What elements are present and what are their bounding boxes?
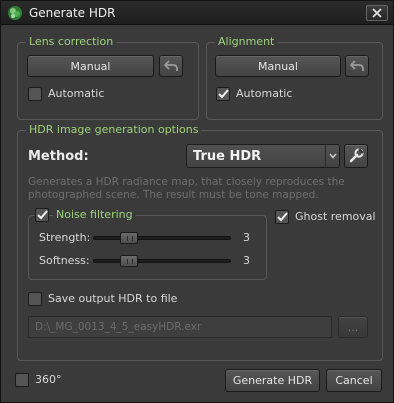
noise-filtering-label: Noise filtering bbox=[53, 208, 136, 222]
ghost-removal-checkbox[interactable] bbox=[275, 210, 289, 224]
panorama-360-label: 360° bbox=[35, 373, 62, 386]
softness-slider-track[interactable] bbox=[93, 259, 231, 263]
save-output-label: Save output HDR to file bbox=[48, 292, 178, 305]
strength-slider-handle[interactable] bbox=[120, 232, 138, 244]
method-value: True HDR bbox=[193, 149, 262, 164]
lens-manual-button[interactable]: Manual bbox=[27, 55, 154, 77]
method-description-line-2: photographed scene. The result must be t… bbox=[28, 189, 319, 201]
undo-arrow-icon bbox=[350, 60, 364, 71]
noise-filtering-group bbox=[28, 215, 267, 280]
lens-undo-button[interactable] bbox=[159, 55, 183, 77]
output-path-field[interactable]: D:\_MG_0013_4_5_easyHDR.exr bbox=[28, 316, 332, 338]
lens-automatic-checkbox[interactable] bbox=[28, 87, 42, 101]
alignment-automatic-checkbox[interactable] bbox=[216, 87, 230, 101]
alignment-undo-button[interactable] bbox=[345, 55, 369, 77]
lens-correction-group: Lens correction bbox=[17, 35, 199, 120]
softness-value: 3 bbox=[243, 254, 250, 267]
title-bar[interactable]: Generate HDR bbox=[1, 1, 393, 25]
panorama-360-checkbox[interactable] bbox=[15, 373, 29, 387]
softness-label: Softness: bbox=[39, 254, 90, 267]
softness-slider-handle[interactable] bbox=[120, 255, 138, 267]
generate-hdr-button[interactable]: Generate HDR bbox=[225, 369, 320, 392]
ghost-removal-label: Ghost removal bbox=[295, 210, 376, 223]
checkmark-icon bbox=[217, 89, 229, 99]
close-button[interactable] bbox=[366, 5, 388, 21]
wrench-icon bbox=[349, 148, 364, 163]
strength-slider-track[interactable] bbox=[93, 236, 231, 240]
alignment-legend: Alignment bbox=[215, 35, 278, 49]
noise-filtering-checkbox[interactable] bbox=[35, 208, 49, 222]
method-label: Method: bbox=[28, 149, 89, 164]
dropdown-arrow[interactable] bbox=[325, 145, 339, 167]
browse-button[interactable]: ... bbox=[338, 316, 368, 338]
alignment-automatic-label: Automatic bbox=[236, 87, 293, 100]
checkmark-icon bbox=[36, 210, 48, 220]
generate-hdr-dialog: Generate HDR Lens correction Manual Auto… bbox=[0, 0, 394, 403]
hdr-options-legend: HDR image generation options bbox=[26, 123, 202, 137]
strength-label: Strength: bbox=[39, 231, 91, 244]
method-dropdown[interactable]: True HDR bbox=[186, 144, 340, 168]
close-icon bbox=[372, 8, 382, 18]
undo-arrow-icon bbox=[164, 60, 178, 71]
lens-correction-legend: Lens correction bbox=[26, 35, 117, 49]
alignment-group: Alignment bbox=[206, 35, 383, 120]
alignment-manual-button[interactable]: Manual bbox=[215, 55, 341, 77]
save-output-checkbox[interactable] bbox=[28, 292, 42, 306]
chevron-down-icon bbox=[328, 153, 337, 159]
strength-value: 3 bbox=[243, 231, 250, 244]
method-settings-button[interactable] bbox=[344, 144, 368, 168]
app-logo-icon bbox=[8, 6, 22, 20]
method-description-line-1: Generates a HDR radiance map, that close… bbox=[28, 176, 345, 188]
method-description: Generates a HDR radiance map, that close… bbox=[28, 176, 358, 202]
lens-automatic-label: Automatic bbox=[48, 87, 105, 100]
checkmark-icon bbox=[276, 212, 288, 222]
cancel-button[interactable]: Cancel bbox=[326, 369, 382, 392]
window-title: Generate HDR bbox=[29, 6, 116, 20]
